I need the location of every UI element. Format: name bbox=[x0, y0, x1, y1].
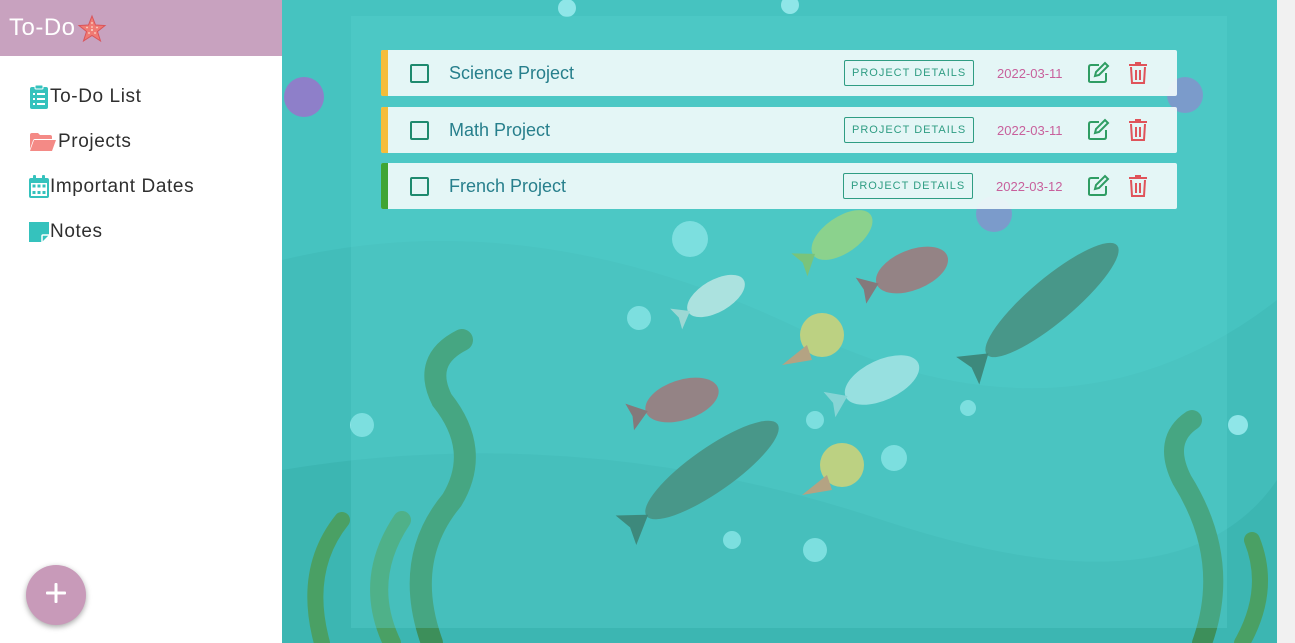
brand-header: To-Do bbox=[0, 0, 282, 56]
plus-icon bbox=[44, 581, 68, 610]
sidebar: To-Do To-Do List Projects Important Date… bbox=[0, 0, 282, 643]
task-row: French Project PROJECT DETAILS 2022-03-1… bbox=[381, 163, 1177, 209]
task-title: Science Project bbox=[449, 62, 575, 83]
task-checkbox[interactable] bbox=[410, 121, 429, 140]
calendar-icon bbox=[28, 174, 50, 200]
task-date: 2022-03-12 bbox=[996, 179, 1063, 194]
delete-icon[interactable] bbox=[1126, 61, 1150, 85]
task-row: Science Project PROJECT DETAILS 2022-03-… bbox=[381, 50, 1177, 96]
main-content bbox=[282, 0, 1277, 643]
sidebar-item-todo-list[interactable]: To-Do List bbox=[0, 74, 282, 119]
task-date: 2022-03-11 bbox=[997, 66, 1063, 81]
task-title: French Project bbox=[449, 175, 567, 196]
folder-open-icon bbox=[28, 129, 58, 155]
task-date: 2022-03-11 bbox=[997, 123, 1063, 138]
edit-icon[interactable] bbox=[1086, 174, 1110, 198]
delete-icon[interactable] bbox=[1126, 118, 1150, 142]
sidebar-item-label: Projects bbox=[58, 130, 132, 152]
priority-indicator bbox=[381, 50, 388, 96]
sticky-note-icon bbox=[28, 219, 50, 245]
priority-indicator bbox=[381, 107, 388, 153]
app-title: To-Do bbox=[9, 14, 76, 41]
project-details-button[interactable]: PROJECT DETAILS bbox=[843, 173, 974, 199]
delete-icon[interactable] bbox=[1126, 174, 1150, 198]
sidebar-item-label: To-Do List bbox=[50, 85, 142, 107]
clipboard-list-icon bbox=[28, 84, 50, 110]
starfish-icon bbox=[77, 14, 107, 49]
add-task-button[interactable] bbox=[26, 565, 86, 625]
task-title: Math Project bbox=[449, 119, 551, 140]
edit-icon[interactable] bbox=[1086, 61, 1110, 85]
sidebar-nav: To-Do List Projects Important Dates Note… bbox=[0, 74, 282, 254]
task-row: Math Project PROJECT DETAILS 2022-03-11 bbox=[381, 107, 1177, 153]
sidebar-item-notes[interactable]: Notes bbox=[0, 209, 282, 254]
sidebar-item-label: Notes bbox=[50, 220, 103, 242]
project-details-button[interactable]: PROJECT DETAILS bbox=[844, 60, 975, 86]
priority-indicator bbox=[381, 163, 388, 209]
sidebar-item-projects[interactable]: Projects bbox=[0, 119, 282, 164]
task-checkbox[interactable] bbox=[410, 177, 429, 196]
edit-icon[interactable] bbox=[1086, 118, 1110, 142]
sidebar-item-important-dates[interactable]: Important Dates bbox=[0, 164, 282, 209]
project-details-button[interactable]: PROJECT DETAILS bbox=[844, 117, 975, 143]
sidebar-item-label: Important Dates bbox=[50, 175, 195, 197]
scrollbar[interactable] bbox=[1277, 0, 1295, 643]
task-checkbox[interactable] bbox=[410, 64, 429, 83]
